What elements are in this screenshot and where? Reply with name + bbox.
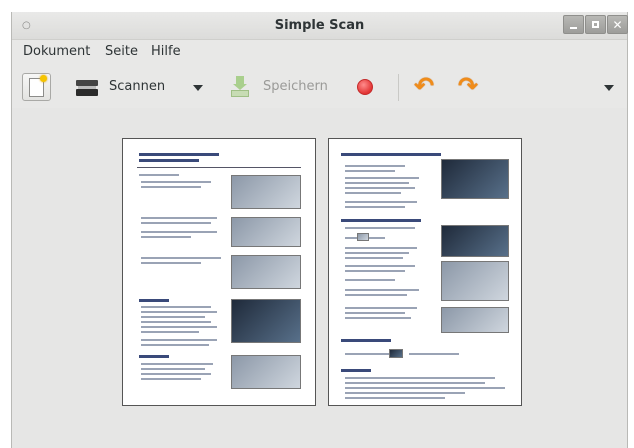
save-icon xyxy=(231,76,249,97)
scanner-icon[interactable] xyxy=(76,80,98,96)
window-title: Simple Scan xyxy=(274,18,365,33)
new-document-button[interactable] xyxy=(22,73,51,101)
menu-hilfe[interactable]: Hilfe xyxy=(151,44,181,59)
scan-options-dropdown-icon[interactable] xyxy=(193,85,203,91)
toolbar-separator xyxy=(398,74,399,101)
rotate-right-icon[interactable]: ↷ xyxy=(458,74,478,98)
document-view[interactable] xyxy=(12,108,627,448)
close-icon: ✕ xyxy=(612,17,623,32)
stop-scan-button[interactable] xyxy=(357,79,373,95)
close-button[interactable]: ✕ xyxy=(607,15,628,34)
minimize-button[interactable] xyxy=(563,15,584,34)
toolbar-overflow-menu-icon[interactable] xyxy=(604,85,614,91)
rotate-left-icon[interactable]: ↶ xyxy=(414,74,434,98)
maximize-button[interactable] xyxy=(585,15,606,34)
menu-seite[interactable]: Seite xyxy=(105,44,138,59)
simple-scan-window: ○ Simple Scan ✕ Dokument Seite Hilfe Sca… xyxy=(11,12,628,448)
title-bar[interactable]: ○ Simple Scan ✕ xyxy=(12,12,628,40)
scan-button[interactable]: Scannen xyxy=(109,79,165,94)
minimize-icon xyxy=(570,26,577,29)
menu-bar: Dokument Seite Hilfe xyxy=(12,40,627,64)
menu-dokument[interactable]: Dokument xyxy=(23,44,90,59)
scanned-page-2[interactable] xyxy=(328,138,522,406)
scanned-page-1[interactable] xyxy=(122,138,316,406)
toolbar: Scannen Speichern ↶ ↷ xyxy=(12,66,627,108)
save-button[interactable]: Speichern xyxy=(263,79,328,94)
maximize-icon xyxy=(592,21,599,28)
new-document-icon xyxy=(29,74,47,97)
